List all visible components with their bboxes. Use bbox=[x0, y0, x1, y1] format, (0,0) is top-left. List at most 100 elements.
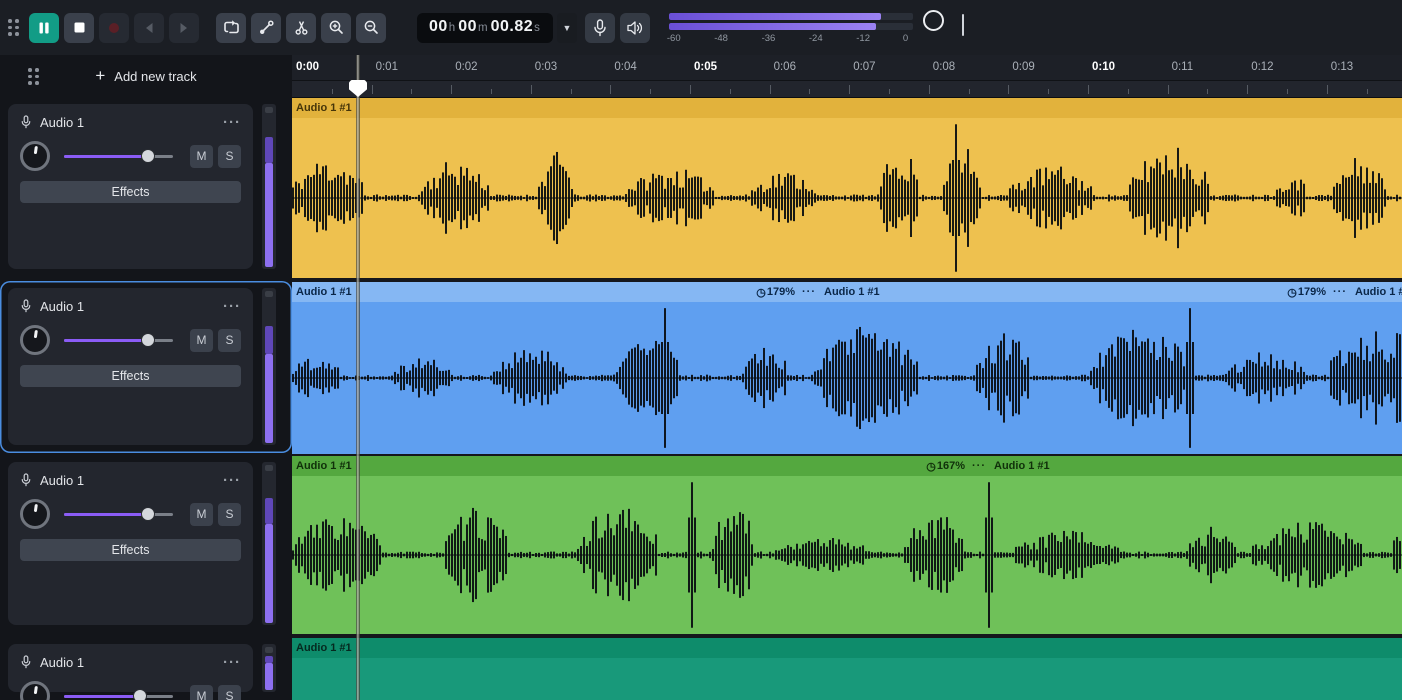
speaker-icon bbox=[627, 20, 642, 35]
track-header-row[interactable]: Audio 1 ··· M S Effects bbox=[0, 637, 292, 700]
audio-clip[interactable]: Audio 1 #1 bbox=[292, 98, 1402, 278]
clock-icon: ◷ bbox=[926, 460, 936, 473]
add-new-track-button[interactable]: + Add new track bbox=[0, 55, 292, 97]
volume-slider[interactable] bbox=[64, 149, 173, 163]
ruler-time-label: 0:10 bbox=[1092, 61, 1116, 73]
volume-slider-handle[interactable] bbox=[133, 689, 148, 700]
ruler-time-label: 0:07 bbox=[853, 61, 876, 73]
audio-clip[interactable]: Audio 1 #1 bbox=[292, 638, 1402, 700]
mute-button[interactable]: M bbox=[190, 328, 213, 352]
stop-button[interactable] bbox=[64, 12, 94, 43]
audio-clip[interactable]: Audio 1 #1 bbox=[1351, 282, 1402, 454]
audio-clip[interactable]: Audio 1 #1 ◷ 167% ··· bbox=[292, 456, 991, 634]
clips-area: Audio 1 #1 Audio 1 #1 ◷ 179% ··· Audio 1 #1 ◷ 1… bbox=[292, 98, 1402, 700]
zoom-out-button[interactable] bbox=[356, 12, 386, 43]
audio-clip[interactable]: Audio 1 #1 ◷ 179% ··· bbox=[292, 282, 821, 454]
pan-knob[interactable] bbox=[20, 681, 50, 700]
ruler-tick bbox=[570, 89, 572, 94]
playhead-line bbox=[356, 55, 360, 700]
ruler-tick bbox=[451, 85, 453, 94]
effects-button[interactable]: Effects bbox=[20, 365, 241, 387]
meter-left-channel bbox=[668, 13, 882, 20]
meter-peak-mark bbox=[961, 13, 965, 36]
clip-menu-icon[interactable]: ··· bbox=[1333, 286, 1347, 298]
track-menu-button[interactable]: ··· bbox=[223, 114, 241, 131]
time-unit: m bbox=[478, 21, 488, 34]
volume-slider[interactable] bbox=[64, 333, 173, 347]
mic-input-button[interactable] bbox=[584, 12, 615, 43]
volume-slider[interactable] bbox=[64, 689, 173, 700]
record-icon bbox=[109, 22, 119, 33]
ruler-tick bbox=[1127, 89, 1129, 94]
mute-button[interactable]: M bbox=[190, 502, 213, 526]
track-menu-button[interactable]: ··· bbox=[223, 298, 241, 315]
time-display[interactable]: 00 h 00 m 00.82 s bbox=[417, 12, 553, 43]
solo-button[interactable]: S bbox=[218, 144, 241, 168]
track-menu-button[interactable]: ··· bbox=[223, 472, 241, 489]
track-header-row[interactable]: Audio 1 ··· M S Effects bbox=[0, 281, 292, 453]
ruler-tick bbox=[1048, 89, 1050, 94]
mute-button[interactable]: M bbox=[190, 684, 213, 700]
audio-clip[interactable]: Audio 1 #1 ◷ 179% ··· bbox=[820, 282, 1352, 454]
time-ruler[interactable]: 0:00 0:01 0:02 0:03 0:04 0:05 0:06 0:07 0:08 0:09… bbox=[292, 55, 1402, 81]
daw-app: 00 h 00 m 00.82 s ▼ -60 -48 -36 -24 -12 0 bbox=[0, 0, 1402, 700]
volume-slider-handle[interactable] bbox=[140, 333, 155, 347]
ruler-time-label: 0:09 bbox=[1012, 61, 1035, 73]
automation-icon bbox=[259, 20, 274, 34]
skip-back-button[interactable] bbox=[134, 12, 164, 43]
track-header-panel: Audio 1 ··· M S Effects bbox=[8, 288, 253, 445]
master-volume-knob[interactable] bbox=[922, 10, 944, 31]
ruler-tick bbox=[650, 89, 652, 94]
audio-clip[interactable]: Audio 1 #1 bbox=[990, 456, 1402, 634]
clip-menu-icon[interactable]: ··· bbox=[802, 286, 816, 298]
ruler-tick bbox=[769, 85, 771, 94]
ruler-tick bbox=[530, 85, 532, 94]
solo-button[interactable]: S bbox=[218, 328, 241, 352]
sidebar-drag-handle-icon[interactable] bbox=[28, 68, 39, 85]
track-mic-icon bbox=[21, 655, 31, 669]
clip-menu-icon[interactable]: ··· bbox=[972, 460, 986, 472]
loop-icon bbox=[223, 20, 239, 34]
pan-knob-tick bbox=[33, 685, 38, 695]
pause-icon bbox=[39, 22, 49, 33]
track-menu-button[interactable]: ··· bbox=[223, 654, 241, 671]
volume-slider-handle[interactable] bbox=[140, 149, 155, 163]
effects-button[interactable]: Effects bbox=[20, 539, 241, 561]
mute-button[interactable]: M bbox=[190, 144, 213, 168]
clip-body bbox=[990, 476, 1402, 634]
ruler-tick bbox=[610, 85, 612, 94]
pan-knob[interactable] bbox=[20, 499, 50, 529]
monitor-output-button[interactable] bbox=[619, 12, 650, 43]
track-header-row[interactable]: Audio 1 ··· M S Effects bbox=[0, 97, 292, 277]
track-header-panel: Audio 1 ··· M S Effects bbox=[8, 104, 253, 269]
record-button[interactable] bbox=[99, 12, 129, 43]
toolbar-drag-handle-icon[interactable] bbox=[8, 19, 19, 36]
volume-slider-handle[interactable] bbox=[140, 507, 155, 521]
clip-label: Audio 1 #1 bbox=[824, 286, 880, 298]
ruler-time-label: 0:11 bbox=[1171, 61, 1194, 73]
loop-button[interactable] bbox=[216, 12, 246, 43]
effects-button[interactable]: Effects bbox=[20, 181, 241, 203]
zoom-out-icon bbox=[364, 20, 378, 34]
cut-button[interactable] bbox=[286, 12, 316, 43]
track-header-panel: Audio 1 ··· M S Effects bbox=[8, 462, 253, 625]
track-mic-icon bbox=[21, 115, 31, 129]
ruler-time-label: 0:03 bbox=[534, 61, 558, 73]
ruler-tick-strip[interactable] bbox=[292, 81, 1402, 98]
solo-button[interactable]: S bbox=[218, 684, 241, 700]
automation-button[interactable] bbox=[251, 12, 281, 43]
solo-button[interactable]: S bbox=[218, 502, 241, 526]
track-header-row[interactable]: Audio 1 ··· M S Effects bbox=[0, 455, 292, 633]
track-level-meter bbox=[262, 104, 276, 269]
time-format-dropdown[interactable]: ▼ bbox=[556, 12, 577, 43]
volume-slider[interactable] bbox=[64, 507, 173, 521]
pan-knob-tick bbox=[33, 503, 38, 513]
zoom-in-button[interactable] bbox=[321, 12, 351, 43]
pause-button[interactable] bbox=[29, 12, 59, 43]
pan-knob[interactable] bbox=[20, 325, 50, 355]
clip-header: Audio 1 #1 bbox=[990, 456, 1402, 476]
scissors-icon bbox=[294, 21, 308, 35]
pan-knob[interactable] bbox=[20, 141, 50, 171]
track-level-meter bbox=[262, 644, 276, 692]
skip-forward-button[interactable] bbox=[169, 12, 199, 43]
